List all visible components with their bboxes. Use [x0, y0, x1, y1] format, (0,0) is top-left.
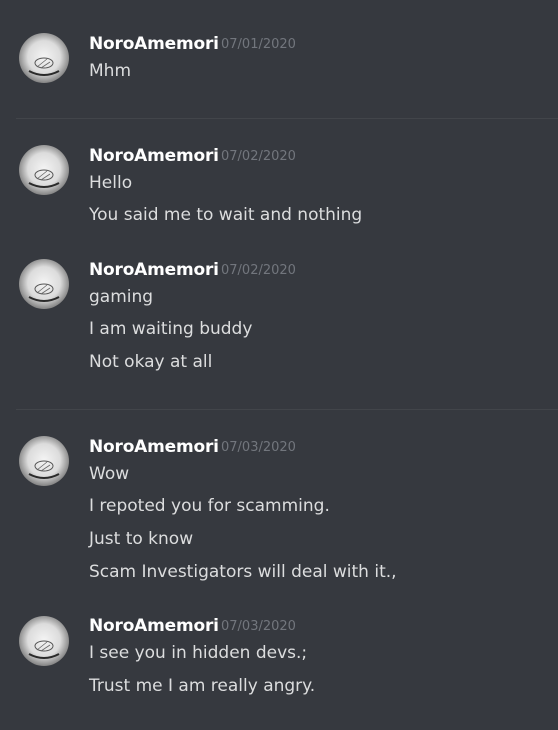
message-author[interactable]: NoroAmemori — [89, 616, 219, 636]
message-timestamp: 07/01/2020 — [221, 37, 296, 52]
message-text: I see you in hidden devs.; — [89, 643, 308, 663]
message-text: Trust me I am really angry. — [89, 676, 316, 696]
message-text: Wow — [89, 464, 130, 484]
avatar-sketch-icon — [28, 283, 60, 302]
message-text: I am waiting buddy — [89, 319, 253, 339]
message-text: Not okay at all — [89, 352, 213, 372]
message-text: Hello — [89, 173, 133, 193]
date-divider — [16, 409, 558, 410]
message-timestamp: 07/02/2020 — [221, 149, 296, 164]
message-timestamp: 07/03/2020 — [221, 619, 296, 634]
avatar-sketch-icon — [28, 169, 60, 188]
avatar[interactable] — [19, 616, 69, 666]
message-text: You said me to wait and nothing — [89, 205, 363, 225]
avatar[interactable] — [19, 259, 69, 309]
message-text: I repoted you for scamming. — [89, 496, 330, 516]
message-author[interactable]: NoroAmemori — [89, 437, 219, 457]
avatar[interactable] — [19, 33, 69, 83]
message-text: Mhm — [89, 61, 132, 81]
message-timestamp: 07/03/2020 — [221, 440, 296, 455]
avatar[interactable] — [19, 436, 69, 486]
message-text: Scam Investigators will deal with it., — [89, 562, 397, 582]
avatar-sketch-icon — [28, 57, 60, 76]
avatar-sketch-icon — [28, 460, 60, 479]
message-timestamp: 07/02/2020 — [221, 263, 296, 278]
avatar[interactable] — [19, 145, 69, 195]
message-text: Just to know — [89, 529, 194, 549]
message-text: gaming — [89, 287, 154, 307]
message-author[interactable]: NoroAmemori — [89, 260, 219, 280]
date-divider — [16, 118, 558, 119]
avatar-sketch-icon — [28, 640, 60, 659]
message-author[interactable]: NoroAmemori — [89, 34, 219, 54]
message-author[interactable]: NoroAmemori — [89, 146, 219, 166]
